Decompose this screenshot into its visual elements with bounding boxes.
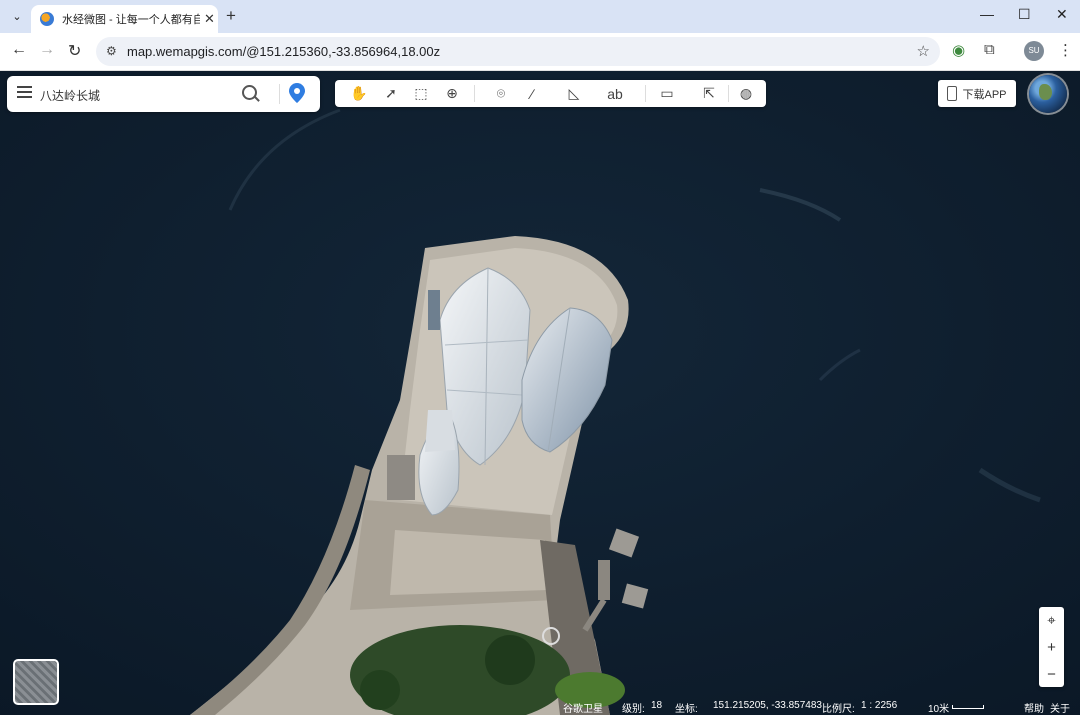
download-app-label: 下载APP <box>962 88 1007 101</box>
satellite-imagery <box>0 71 1080 715</box>
tool-separator <box>645 85 646 102</box>
window-minimize-button[interactable]: — <box>980 6 994 22</box>
zoom-out-button[interactable]: − <box>1039 661 1064 687</box>
polygon-icon[interactable]: ◺ <box>562 83 586 104</box>
site-info-icon[interactable]: ⚙ <box>106 44 117 58</box>
scale-bar-label: 10米 <box>928 704 950 715</box>
site-favicon-icon <box>40 12 54 26</box>
pointer-config-icon[interactable]: ⇱ <box>697 83 721 104</box>
url-text[interactable]: map.wemapgis.com/@151.215360,-33.856964,… <box>127 44 440 59</box>
bookmark-star-icon[interactable]: ☆ <box>917 42 930 60</box>
map-status-bar: 谷歌卫星 级别: 18 坐标: 151.215205, -33.857483 比… <box>0 696 1080 715</box>
globe-view-icon[interactable] <box>1029 75 1067 113</box>
zoom-level-label: 级别: <box>622 704 645 715</box>
window-maximize-button[interactable]: ☐ <box>1018 6 1031 23</box>
polyline-icon[interactable]: ∕ <box>520 83 544 104</box>
search-input[interactable] <box>38 83 242 107</box>
extensions-puzzle-icon[interactable]: ⧉ <box>984 41 995 58</box>
select-arrow-icon[interactable]: ➚ <box>379 83 403 104</box>
tab-title: 水经微图 - 让每一个人都有自己 <box>62 14 200 26</box>
place-marker-icon[interactable]: ⌾ <box>489 83 513 104</box>
pan-hand-icon[interactable]: ✋ <box>347 83 371 104</box>
tab-search-chevron-icon[interactable]: ⌄ <box>6 6 28 26</box>
profile-avatar[interactable]: SU <box>1024 41 1044 61</box>
about-link[interactable]: 关于 <box>1050 700 1070 715</box>
help-link[interactable]: 帮助 <box>1024 700 1044 715</box>
text-label-icon[interactable]: ab <box>603 83 627 104</box>
box-select-icon[interactable]: ⬚ <box>409 83 433 104</box>
coordinate-label: 坐标: <box>675 704 698 715</box>
browser-tab-active[interactable]: 水经微图 - 让每一个人都有自己 ✕ <box>31 5 218 33</box>
search-divider <box>279 84 280 104</box>
browser-menu-icon[interactable]: ⋮ <box>1058 41 1073 59</box>
location-pin-icon[interactable] <box>289 83 305 108</box>
zoom-controls: ⌖ + − <box>1039 607 1064 687</box>
imagery-source: 谷歌卫星 <box>563 704 603 715</box>
locate-me-icon[interactable]: ⌖ <box>1039 607 1064 633</box>
extension-globe-icon[interactable]: ◉ <box>952 41 965 59</box>
new-tab-button[interactable]: + <box>226 6 236 26</box>
address-bar[interactable]: ⚙ map.wemapgis.com/@151.215360,-33.85696… <box>96 37 940 66</box>
scale-label: 比例尺: <box>822 704 855 715</box>
zoom-level-value: 18 <box>651 700 663 711</box>
forward-arrow-icon[interactable]: → <box>39 41 55 59</box>
back-arrow-icon[interactable]: ← <box>11 41 27 59</box>
window-close-button[interactable]: ✕ <box>1056 6 1068 23</box>
map-tools-panel: ✋ ➚ ⬚ ⊕ ⌾ ∕ ◺ ab ▭ ⇱ ◍ <box>335 80 766 107</box>
globe-grid-icon[interactable]: ◍ <box>734 83 758 104</box>
browser-toolbar: ← → ↻ ⚙ map.wemapgis.com/@151.215360,-33… <box>0 33 1080 71</box>
satellite-map-canvas[interactable] <box>0 71 1080 715</box>
scale-bar <box>952 705 984 709</box>
browser-tab-strip: ⌄ 水经微图 - 让每一个人都有自己 ✕ + — ☐ ✕ <box>0 0 1080 33</box>
search-panel <box>7 76 320 112</box>
search-icon[interactable] <box>242 85 257 100</box>
tab-close-icon[interactable]: ✕ <box>204 11 215 27</box>
zoom-in-button[interactable]: + <box>1039 634 1064 660</box>
ruler-icon[interactable]: ▭ <box>655 83 679 104</box>
download-app-button[interactable]: 下载APP <box>938 80 1016 107</box>
scale-value: 1 : 2256 <box>861 700 898 711</box>
reload-icon[interactable]: ↻ <box>68 41 81 61</box>
phone-icon <box>947 86 958 101</box>
zoom-area-icon[interactable]: ⊕ <box>440 83 464 104</box>
coordinate-value: 151.215205, -33.857483 <box>713 700 822 711</box>
tool-separator <box>474 85 475 102</box>
tool-separator <box>728 85 729 102</box>
hamburger-menu-icon[interactable] <box>17 86 32 88</box>
